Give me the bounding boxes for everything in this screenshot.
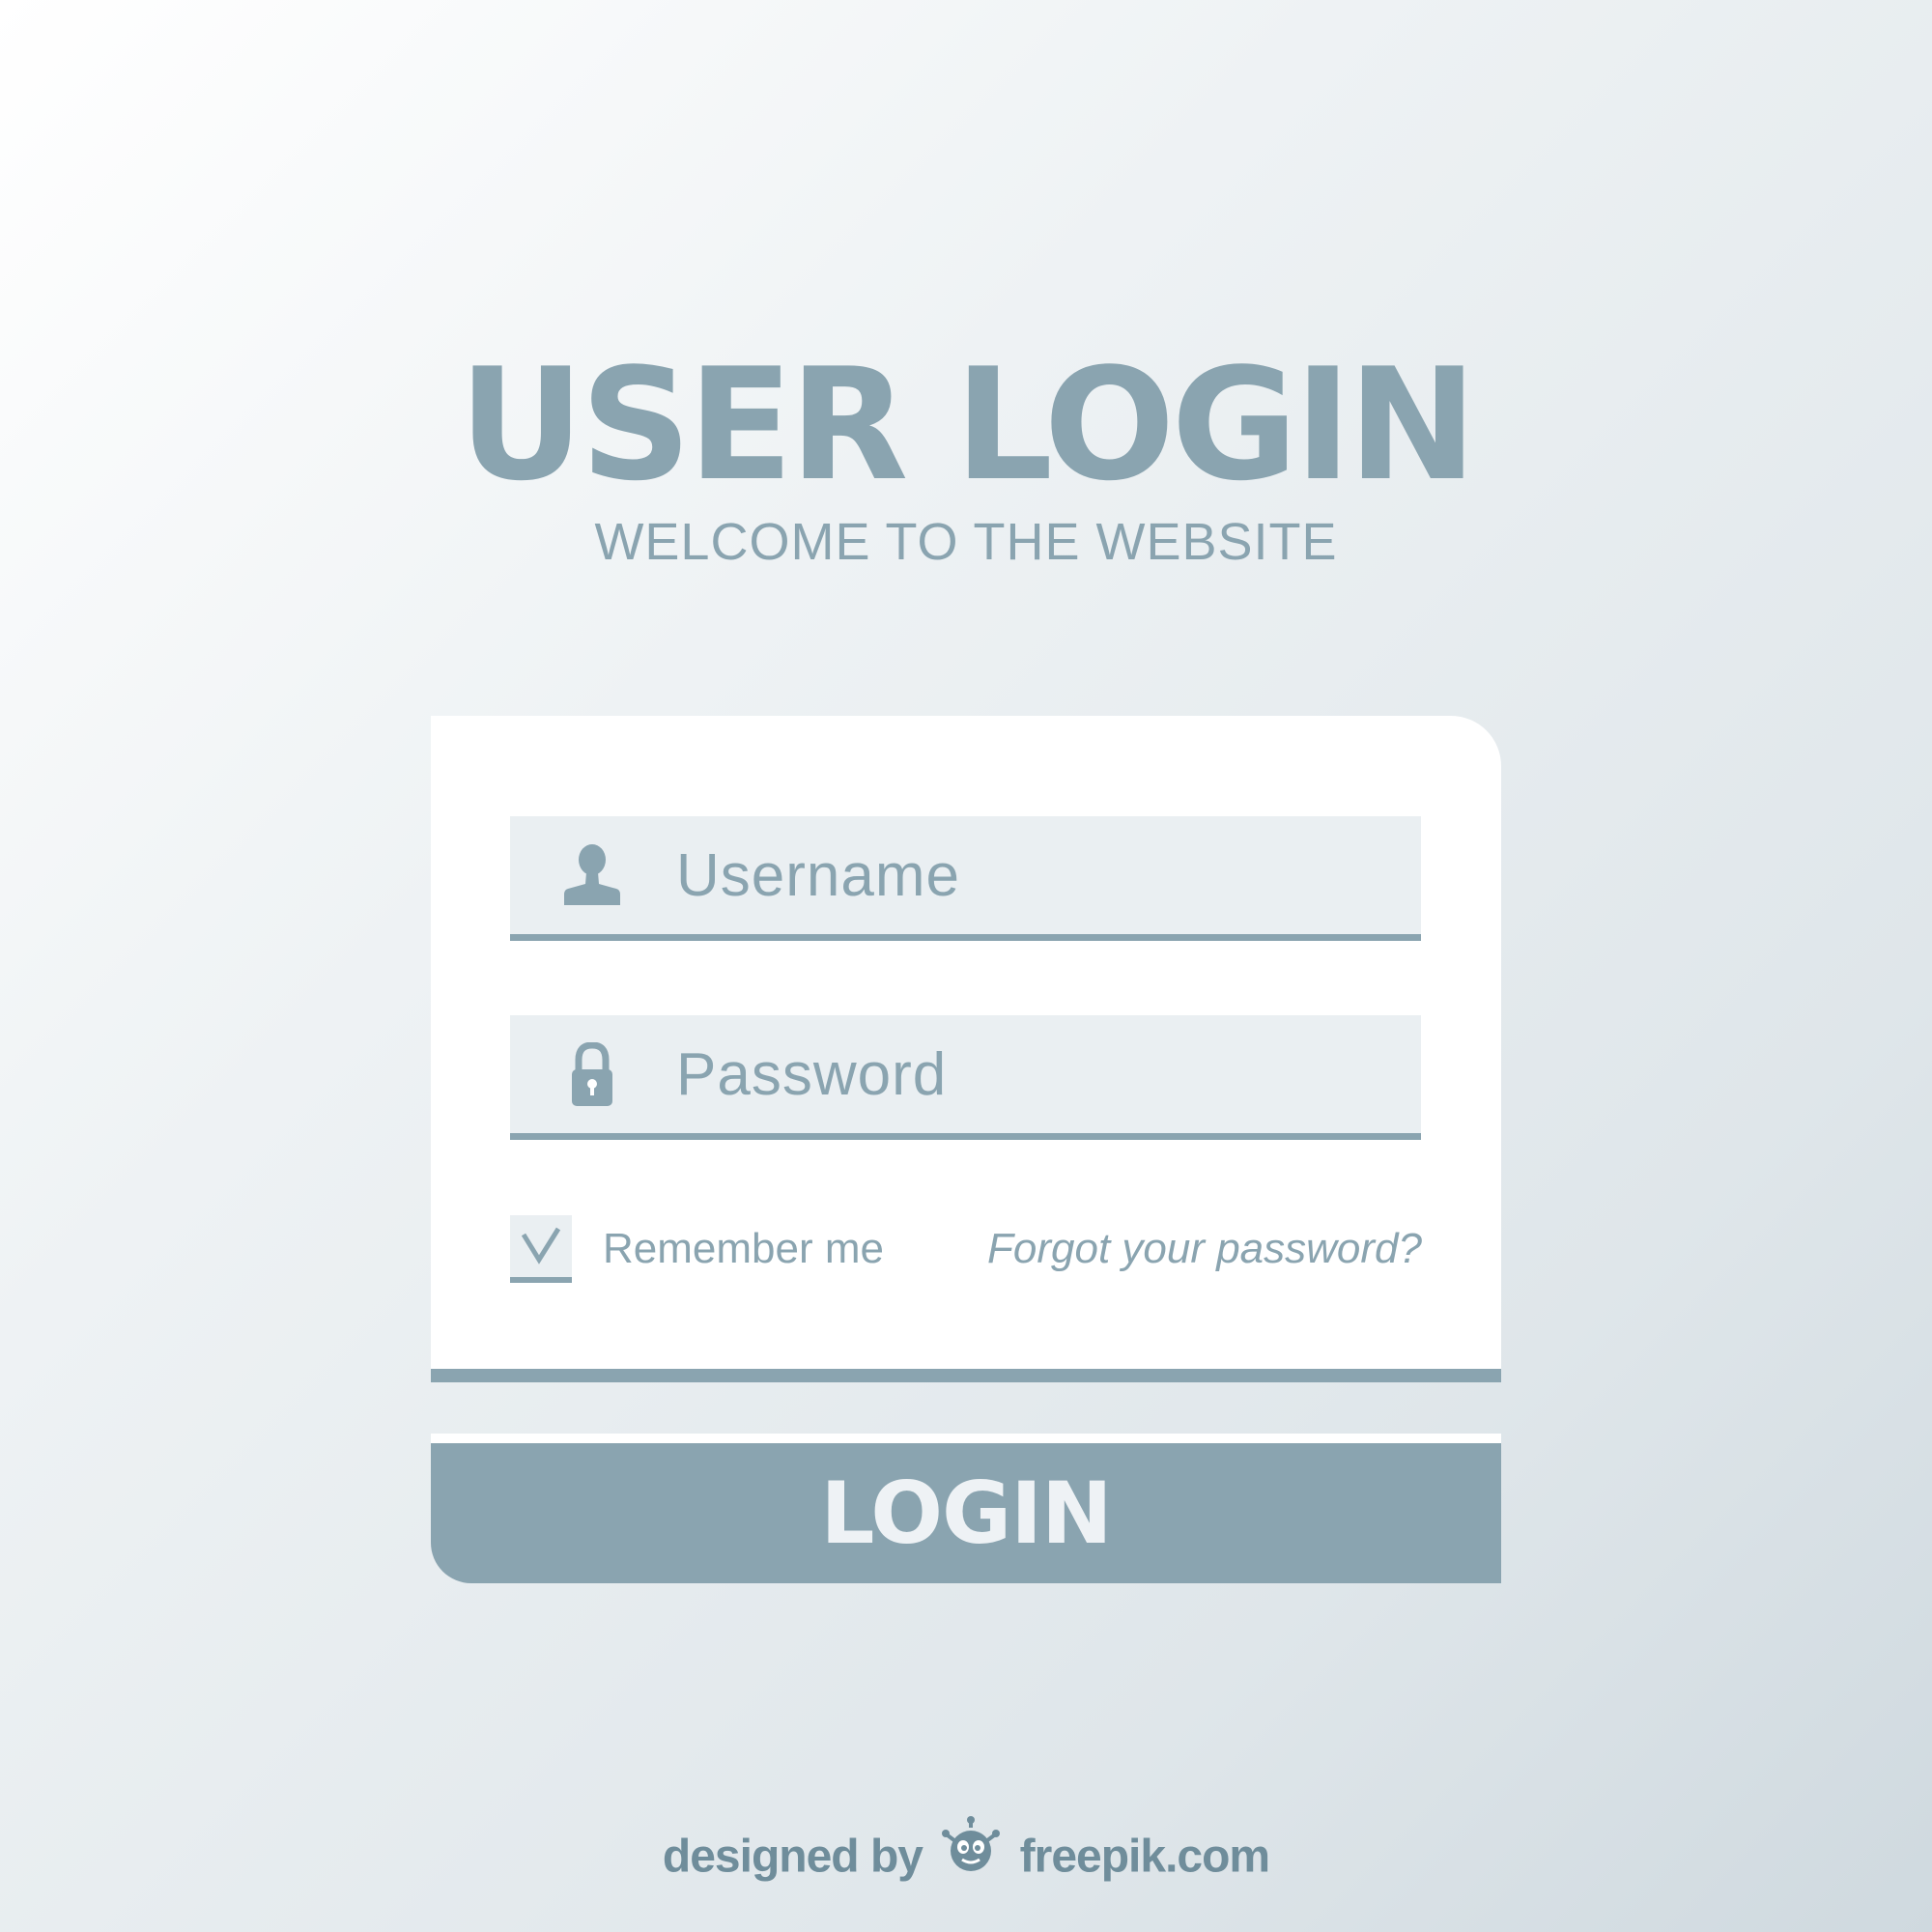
login-card: Username Password Remember me Forgot you… [431, 716, 1501, 1369]
freepik-logo-icon [942, 1815, 1001, 1889]
remember-me-label[interactable]: Remember me [603, 1225, 884, 1273]
checkmark-icon [521, 1227, 561, 1264]
credit-prefix: designed by [662, 1831, 923, 1883]
username-input[interactable]: Username [676, 839, 960, 913]
user-icon [560, 843, 624, 907]
username-field[interactable]: Username [510, 816, 1421, 941]
credit-brand[interactable]: freepik.com [1020, 1831, 1270, 1882]
remember-me-checkbox[interactable] [510, 1215, 572, 1283]
lock-icon [560, 1041, 624, 1106]
page-subtitle: WELCOME TO THE WEBSITE [594, 513, 1338, 571]
password-field[interactable]: Password [510, 1015, 1421, 1140]
footer-credit: designed by freepik.com [0, 1815, 1932, 1889]
forgot-password-link[interactable]: Forgot your password? [987, 1225, 1422, 1273]
card-divider [431, 1369, 1501, 1382]
page-title: USER LOGIN [458, 334, 1477, 515]
button-highlight [431, 1434, 1501, 1443]
password-input[interactable]: Password [676, 1038, 947, 1112]
login-button[interactable]: LOGIN [431, 1443, 1501, 1583]
